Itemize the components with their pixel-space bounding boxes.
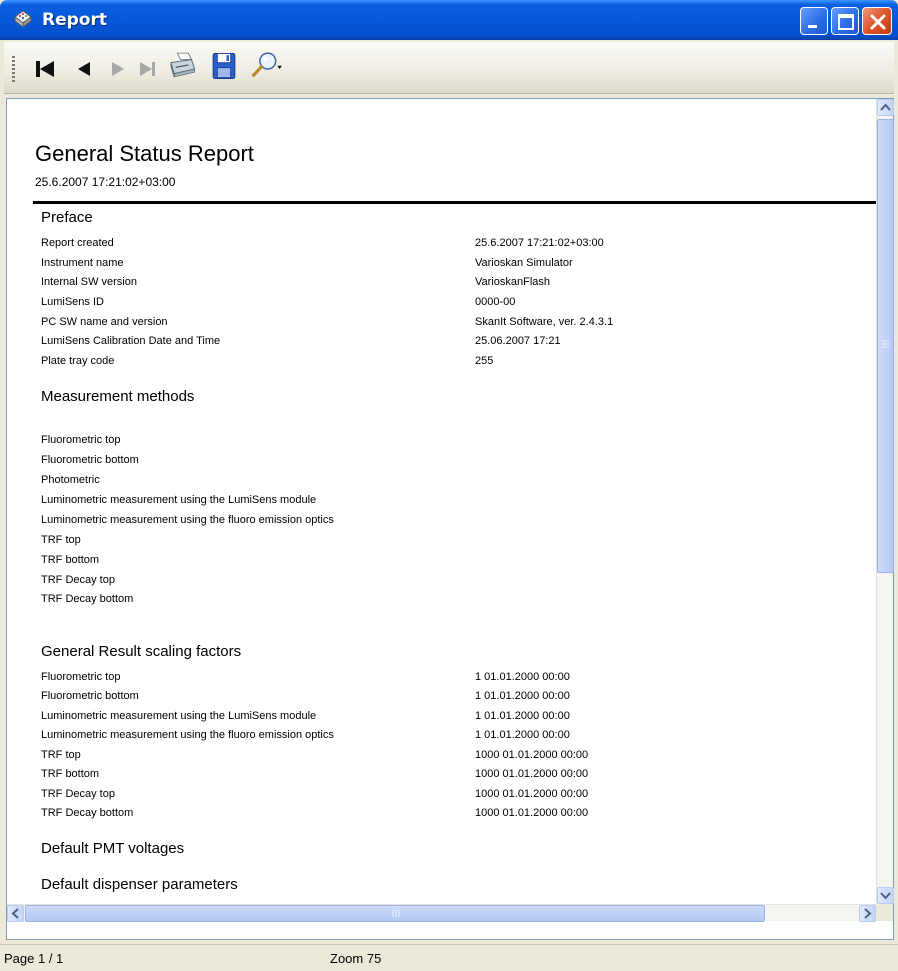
preface-value: VarioskanFlash [475,276,550,288]
preface-label: Internal SW version [41,276,137,288]
minimize-button[interactable] [800,7,828,35]
method-item: TRF Decay top [41,574,115,586]
scroll-up-button[interactable] [877,99,894,116]
preface-value: 255 [475,355,494,367]
scaling-label: Fluorometric bottom [41,690,139,702]
grip-icon [882,340,889,348]
page-indicator: Page 1 / 1 [4,951,64,966]
next-page-icon[interactable] [106,54,128,84]
first-page-icon[interactable] [32,54,58,84]
method-item: Fluorometric top [41,434,121,446]
scaling-label: TRF top [41,749,81,761]
method-item: Photometric [41,474,100,486]
preface-value: 25.6.2007 17:21:02+03:00 [475,237,604,249]
save-icon[interactable] [208,51,240,81]
print-icon[interactable] [164,50,200,80]
method-item: TRF Decay bottom [41,593,134,605]
preface-label: Report created [41,237,114,249]
previous-page-icon[interactable] [72,54,94,84]
preface-label: LumiSens Calibration Date and Time [41,335,221,347]
scaling-label: TRF Decay bottom [41,807,134,819]
preface-value: SkanIt Software, ver. 2.4.3.1 [475,316,614,328]
scaling-label: TRF bottom [41,768,100,780]
toolbar-grip[interactable] [12,56,15,82]
scrollbar-corner [876,904,893,921]
method-item: Luminometric measurement using the fluor… [41,514,334,526]
scaling-value: 1000 01.01.2000 00:00 [475,749,589,761]
toolbar [4,42,894,94]
preface-value: 0000-00 [475,296,516,308]
preface-label: LumiSens ID [41,296,104,308]
close-button[interactable] [862,7,892,35]
scaling-label: TRF Decay top [41,788,115,800]
zoom-icon[interactable] [246,50,288,80]
chevron-right-icon [864,908,872,919]
pmt-heading: Default PMT voltages [41,840,185,857]
scaling-value: 1000 01.01.2000 00:00 [475,788,589,800]
zoom-indicator: Zoom 75 [330,951,382,966]
chevron-left-icon [11,908,19,919]
title-bar[interactable]: Report [0,0,898,40]
scaling-value: 1 01.01.2000 00:00 [475,710,570,722]
preface-label: Plate tray code [41,355,115,367]
method-item: Luminometric measurement using the LumiS… [41,494,317,506]
scroll-down-button[interactable] [877,887,894,904]
method-item: TRF top [41,534,81,546]
scaling-label: Luminometric measurement using the LumiS… [41,710,317,722]
scaling-heading: General Result scaling factors [41,643,242,660]
report-title: General Status Report [35,141,254,166]
window-title: Report [42,10,107,30]
scaling-value: 1 01.01.2000 00:00 [475,690,570,702]
report-viewer[interactable]: General Status Report 25.6.2007 17:21:02… [6,98,894,940]
horizontal-scrollbar[interactable] [7,904,876,922]
report-page: General Status Report 25.6.2007 17:21:02… [7,99,876,904]
scroll-left-button[interactable] [7,905,24,922]
chevron-down-icon [880,892,891,900]
scaling-label: Luminometric measurement using the fluor… [41,729,334,741]
report-window: Report General Status Report 25.6.2007 1… [0,0,898,971]
scaling-label: Fluorometric top [41,671,121,683]
preface-label: PC SW name and version [41,316,168,328]
dispenser-heading: Default dispenser parameters [41,876,238,893]
horizontal-scroll-thumb[interactable] [25,905,765,922]
methods-heading: Measurement methods [41,388,195,405]
method-item: Fluorometric bottom [41,454,139,466]
grip-icon [392,910,400,917]
maximize-icon [838,14,854,30]
method-item: TRF bottom [41,554,100,566]
chevron-up-icon [880,103,891,111]
app-icon [14,10,32,28]
status-bar: Page 1 / 1 Zoom 75 [0,944,898,971]
close-icon [870,14,886,30]
scaling-value: 1 01.01.2000 00:00 [475,729,570,741]
scaling-value: 1000 01.01.2000 00:00 [475,807,589,819]
last-page-icon[interactable] [136,54,162,84]
report-date: 25.6.2007 17:21:02+03:00 [35,175,176,189]
preface-value: 25.06.2007 17:21 [475,335,561,347]
scroll-right-button[interactable] [859,905,876,922]
preface-heading: Preface [41,209,93,226]
preface-label: Instrument name [41,257,124,269]
scaling-value: 1 01.01.2000 00:00 [475,671,570,683]
scaling-value: 1000 01.01.2000 00:00 [475,768,589,780]
maximize-button[interactable] [831,7,859,35]
report-divider [33,201,876,204]
vertical-scrollbar[interactable] [876,99,894,904]
minimize-icon [808,25,817,28]
vertical-scroll-thumb[interactable] [877,119,894,573]
preface-value: Varioskan Simulator [475,257,573,269]
